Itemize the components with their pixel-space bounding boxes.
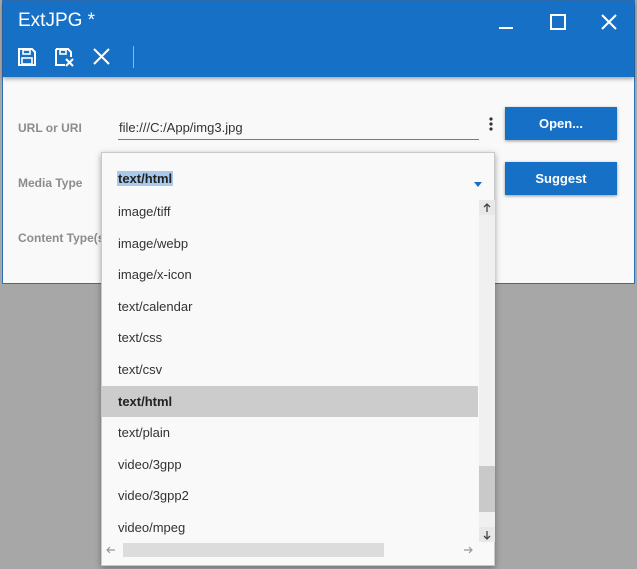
scroll-left-button[interactable] — [103, 542, 119, 558]
window-title: ExtJPG * — [18, 10, 96, 31]
more-options-button[interactable] — [486, 115, 496, 133]
arrow-left-icon — [106, 546, 115, 554]
save-close-icon — [55, 48, 74, 67]
arrow-right-icon — [464, 546, 473, 554]
url-input[interactable] — [118, 115, 479, 140]
horizontal-scroll-thumb[interactable] — [123, 543, 384, 557]
url-label: URL or URI — [18, 121, 82, 135]
media-type-option[interactable]: image/x-icon — [102, 259, 478, 290]
arrow-down-icon — [483, 530, 491, 540]
close-document-button[interactable] — [90, 46, 114, 68]
kebab-menu-icon — [489, 117, 493, 131]
save-and-close-button[interactable] — [52, 46, 76, 68]
vertical-scrollbar[interactable] — [479, 200, 495, 542]
save-button[interactable] — [15, 46, 39, 68]
minimize-icon — [499, 27, 513, 29]
horizontal-scrollbar[interactable] — [102, 542, 478, 558]
media-type-option[interactable]: text/css — [102, 322, 478, 353]
vertical-scroll-thumb[interactable] — [479, 466, 495, 512]
media-type-option[interactable]: video/3gpp — [102, 449, 478, 480]
media-type-selected-value[interactable]: text/html — [117, 171, 174, 186]
media-type-option[interactable]: text/calendar — [102, 291, 478, 322]
media-type-option[interactable]: image/tiff — [102, 196, 478, 227]
close-window-button[interactable] — [594, 9, 624, 35]
toolbar-separator — [133, 46, 134, 68]
media-type-option[interactable]: image/webp — [102, 228, 478, 259]
open-button[interactable]: Open... — [505, 107, 617, 140]
media-type-label: Media Type — [18, 176, 83, 190]
content-type-label: Content Type(s — [18, 231, 105, 245]
scroll-right-button[interactable] — [460, 542, 476, 558]
title-bar: ExtJPG * — [3, 1, 634, 77]
maximize-button[interactable] — [543, 9, 573, 35]
close-icon — [601, 14, 617, 30]
media-type-option[interactable]: text/csv — [102, 354, 478, 385]
caret-down-icon — [474, 182, 482, 187]
dropdown-toggle[interactable] — [473, 175, 483, 187]
media-type-option[interactable]: video/3gpp2 — [102, 480, 478, 511]
media-type-option[interactable]: text/plain — [102, 417, 478, 448]
minimize-button[interactable] — [491, 9, 521, 35]
scroll-up-button[interactable] — [479, 200, 495, 215]
save-icon — [18, 48, 36, 66]
media-type-option[interactable]: text/html — [102, 386, 478, 417]
suggest-button[interactable]: Suggest — [505, 162, 617, 195]
scroll-down-button[interactable] — [479, 527, 495, 542]
media-type-option[interactable]: video/mpeg — [102, 512, 478, 543]
arrow-up-icon — [483, 202, 491, 212]
close-icon — [93, 48, 110, 65]
maximize-icon — [550, 14, 566, 30]
media-type-dropdown[interactable]: text/html image/tiff image/webp image/x-ic… — [101, 152, 495, 566]
